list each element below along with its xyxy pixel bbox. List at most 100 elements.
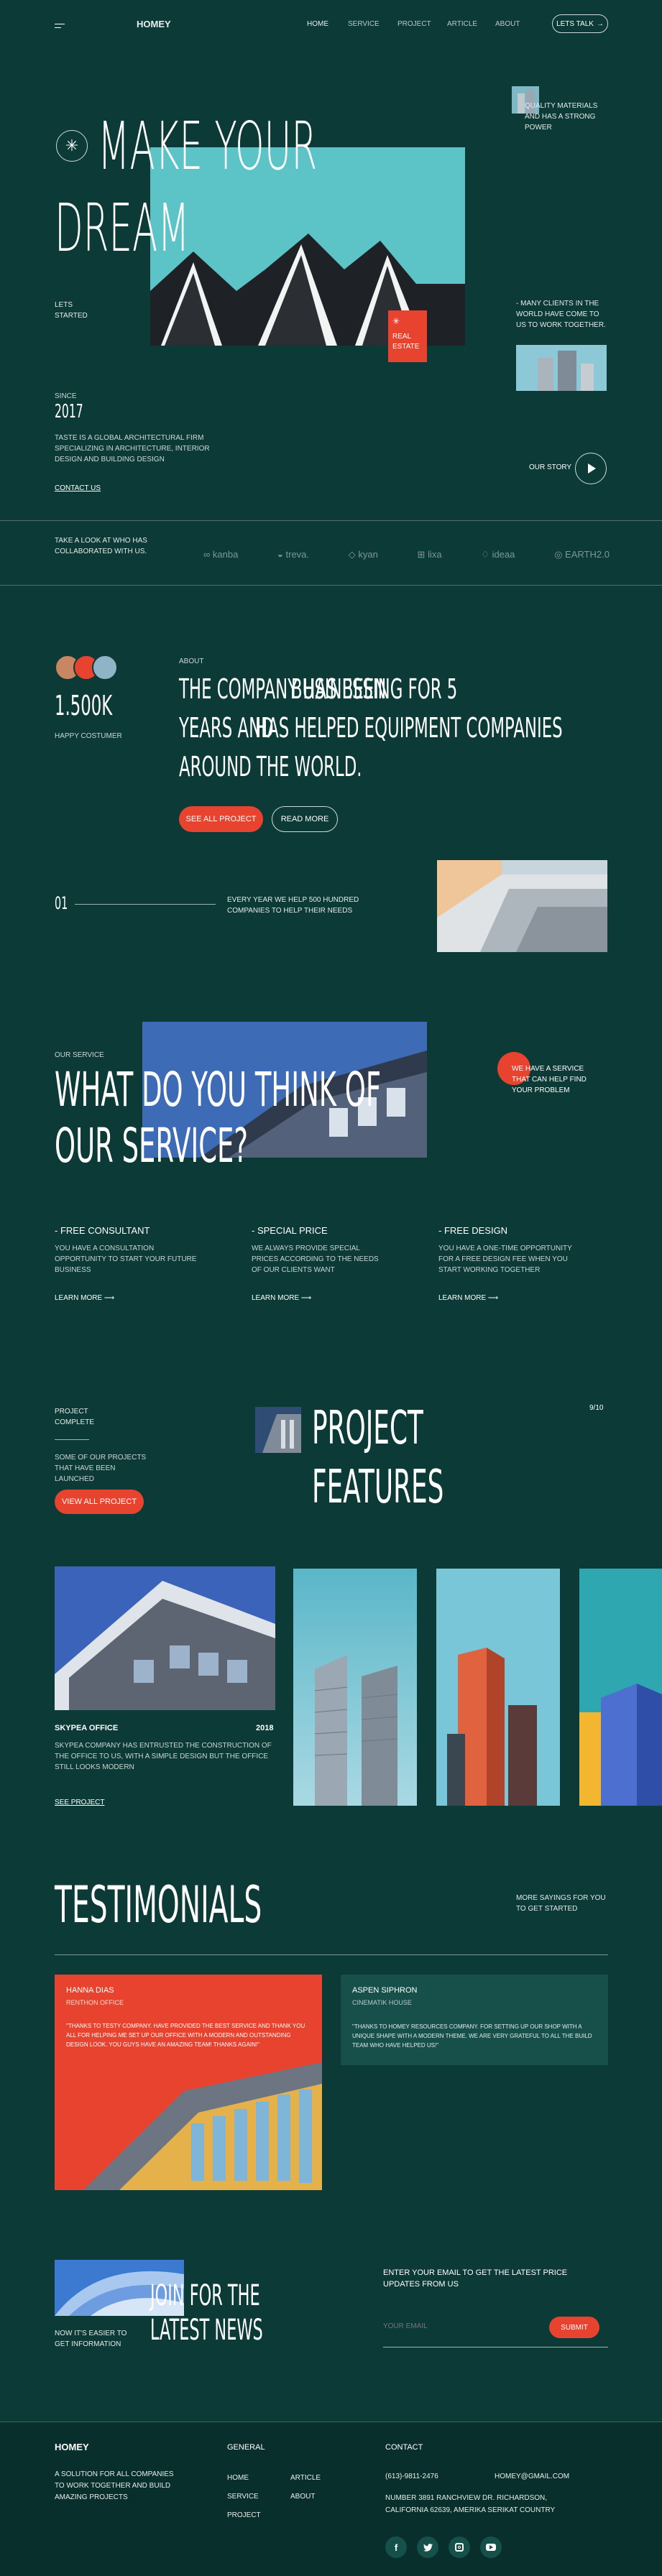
footer-link-article[interactable]: ARTICLE	[290, 2469, 321, 2488]
footer-link-home[interactable]: HOME	[227, 2469, 261, 2488]
service-title-line2: OUR SERVICE?	[55, 1118, 249, 1173]
stat-index: 01	[55, 893, 68, 913]
about-text-3: YEARS AND	[179, 712, 274, 744]
play-icon	[588, 463, 596, 474]
learn-more-link[interactable]: LEARN MORE ⟶	[55, 1294, 198, 1302]
testimonial-company: RENTHON OFFICE	[66, 1999, 124, 2006]
about-text-1: THE COMPANY HAS BEEN	[179, 673, 387, 705]
testimonial-name: HANNA DIAS	[66, 1986, 114, 1995]
featured-project-year: 2018	[256, 1724, 274, 1732]
instagram-icon[interactable]	[449, 2536, 470, 2558]
hero-title-line2: DREAM	[55, 190, 190, 267]
customer-count-label: HAPPY COSTUMER	[55, 732, 122, 740]
treva-icon: ◒	[277, 549, 283, 560]
customer-count: 1.500K	[55, 690, 113, 721]
nav-home[interactable]: HOME	[307, 20, 348, 28]
project-thumbnail	[255, 1407, 301, 1453]
twitter-icon[interactable]	[417, 2536, 438, 2558]
footer-phone[interactable]: (613)-9811-2476	[385, 2473, 438, 2480]
footer-email[interactable]: HOMEY@GMAIL.COM	[495, 2473, 569, 2480]
email-underline	[383, 2347, 608, 2348]
hero-description: TASTE IS A GLOBAL ARCHITECTURAL FIRM SPE…	[55, 434, 210, 463]
partner-logo-ideaa: ♢ ideaa	[481, 549, 515, 560]
main-nav: HOME SERVICE PROJECT ARTICLE ABOUT	[307, 20, 520, 28]
clients-image	[516, 345, 607, 391]
testimonials-more-text: MORE SAYINGS FOR YOU TO GET STARTED	[516, 1894, 606, 1913]
testimonial-company: CINEMATIK HOUSE	[352, 1999, 412, 2006]
newsletter-title-line1: JOIN FOR THE	[150, 2279, 260, 2312]
contact-us-link[interactable]: CONTACT US	[55, 483, 101, 494]
arrow-right-icon: ⟶	[300, 1294, 312, 1302]
ideaa-icon: ♢	[481, 549, 489, 560]
hero-title-line1: MAKE YOUR	[98, 108, 318, 185]
footer-tagline: A SOLUTION FOR ALL COMPANIES TO WORK TOG…	[55, 2470, 174, 2501]
read-more-button[interactable]: READ MORE	[272, 806, 338, 832]
divider	[55, 1954, 608, 1955]
view-all-project-button[interactable]: VIEW ALL PROJECT	[55, 1490, 144, 1514]
arrow-right-icon: ⟶	[104, 1294, 115, 1302]
since-label: SINCE	[55, 392, 77, 400]
projects-launched-text: SOME OF OUR PROJECTS THAT HAVE BEEN LAUN…	[55, 1454, 147, 1483]
partner-logo-treva: ◒ treva.	[277, 549, 310, 560]
divider	[55, 1439, 89, 1440]
featured-project-desc: SKYPEA COMPANY HAS ENTRUSTED THE CONSTRU…	[55, 1742, 272, 1771]
footer-general-col1: HOME SERVICE PROJECT	[227, 2469, 261, 2525]
nav-service[interactable]: SERVICE	[348, 20, 397, 28]
service-label: OUR SERVICE	[55, 1051, 104, 1059]
lets-started-text[interactable]: LETS STARTED	[55, 300, 98, 321]
service-title: - FREE CONSULTANT	[55, 1225, 150, 1236]
testimonial-card: ASPEN SIPHRON CINEMATIK HOUSE "THANKS TO…	[341, 1975, 608, 2065]
lets-talk-button[interactable]: LETS TALK →	[552, 14, 608, 33]
about-statement: THE COMPANY HAS BEEN BUSINESSING FOR 5 Y…	[179, 670, 567, 786]
brand-logo[interactable]: HOMEY	[137, 19, 171, 29]
project-card[interactable]	[293, 1569, 417, 1806]
testimonial-image	[55, 2062, 322, 2190]
submit-button[interactable]: SUBMIT	[549, 2317, 599, 2338]
footer-brand[interactable]: HOMEY	[55, 2442, 89, 2452]
youtube-icon[interactable]	[480, 2536, 502, 2558]
partner-logo-earth: ◎ EARTH2.0	[554, 549, 610, 560]
help-text: EVERY YEAR WE HELP 500 HUNDRED COMPANIES…	[227, 896, 359, 915]
featured-project-image[interactable]	[55, 1566, 275, 1710]
facebook-icon[interactable]: f	[385, 2536, 407, 2558]
learn-more-link[interactable]: LEARN MORE ⟶	[438, 1294, 582, 1302]
service-title: - SPECIAL PRICE	[252, 1225, 328, 1236]
menu-icon[interactable]	[55, 22, 65, 29]
nav-about[interactable]: ABOUT	[495, 20, 520, 28]
footer-link-about[interactable]: ABOUT	[290, 2488, 321, 2506]
project-title-line1: PROJECT	[312, 1402, 423, 1455]
lets-talk-label: LETS TALK	[556, 19, 594, 28]
nav-article[interactable]: ARTICLE	[447, 20, 495, 28]
service-item: - SPECIAL PRICE WE ALWAYS PROVIDE SPECIA…	[252, 1225, 388, 1302]
service-side-text: WE HAVE A SERVICE THAT CAN HELP FIND YOU…	[512, 1065, 587, 1094]
project-card[interactable]	[436, 1569, 560, 1806]
play-button[interactable]	[575, 453, 607, 484]
lixa-icon: ⊞	[417, 549, 426, 560]
nav-project[interactable]: PROJECT	[397, 20, 447, 28]
our-story-label: OUR STORY	[529, 463, 572, 471]
service-item: - FREE DESIGN YOU HAVE A ONE-TIME OPPORT…	[438, 1225, 582, 1302]
divider	[0, 585, 662, 586]
project-card[interactable]	[579, 1569, 662, 1806]
quality-text: QUALITY MATERIALS AND HAS A STRONG POWER	[525, 102, 598, 131]
social-links: f	[385, 2536, 502, 2558]
partners-label: TAKE A LOOK AT WHO HAS COLLABORATED WITH…	[55, 537, 147, 555]
about-label: ABOUT	[179, 657, 204, 665]
footer-link-project[interactable]: PROJECT	[227, 2506, 261, 2525]
about-text-5: AROUND THE WORLD.	[179, 751, 362, 783]
footer-general-col2: ARTICLE ABOUT	[290, 2469, 321, 2506]
about-text-2: BUSINESSING FOR 5	[291, 673, 458, 705]
project-counter: 9/10	[589, 1404, 604, 1412]
partner-logo-lixa: ⊞ lixa	[417, 549, 442, 560]
see-all-project-button[interactable]: SEE ALL PROJECT	[179, 806, 263, 832]
learn-more-link[interactable]: LEARN MORE ⟶	[252, 1294, 388, 1302]
footer-link-service[interactable]: SERVICE	[227, 2488, 261, 2506]
see-project-link[interactable]: SEE PROJECT	[55, 1797, 104, 1808]
kanba-icon: ∞	[203, 549, 211, 560]
testimonial-quote: "THANKS TO TESTY COMPANY. HAVE PROVIDED …	[66, 2023, 305, 2048]
clients-text: - MANY CLIENTS IN THE WORLD HAVE COME TO…	[516, 300, 606, 329]
footer-contact-title: CONTACT	[385, 2443, 423, 2452]
testimonial-name: ASPEN SIPHRON	[352, 1986, 418, 1995]
partners-logos: ∞ kanba ◒ treva. ◇ kyan ⊞ lixa ♢ ideaa ◎…	[203, 549, 610, 560]
email-input[interactable]	[383, 2315, 541, 2337]
